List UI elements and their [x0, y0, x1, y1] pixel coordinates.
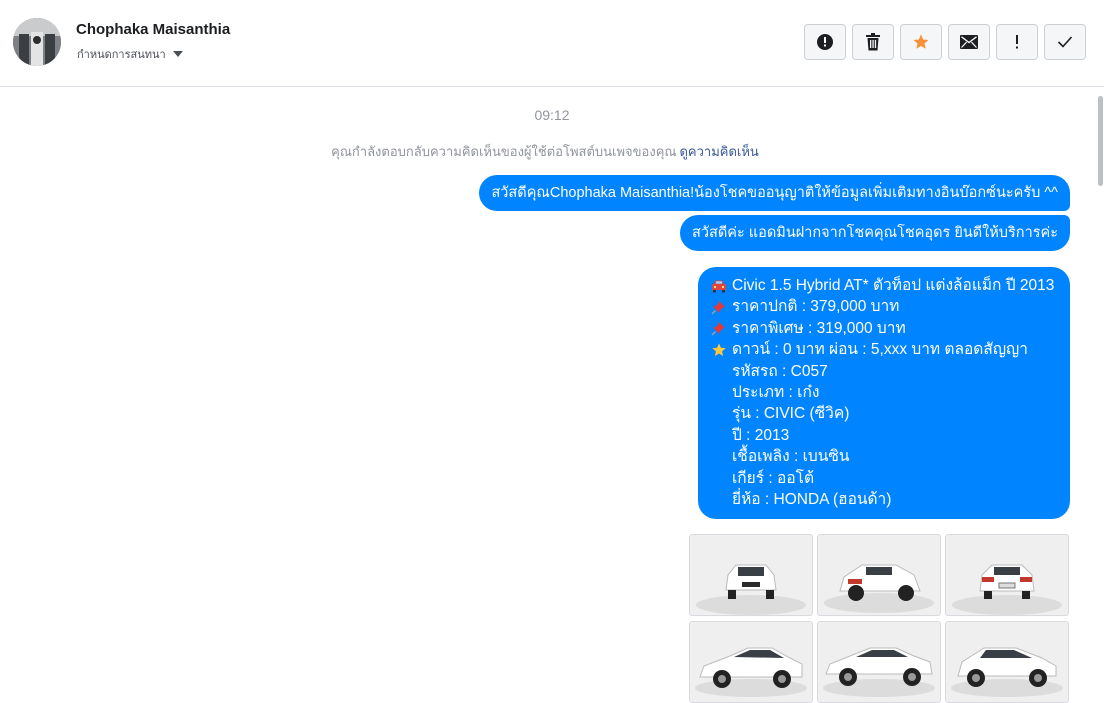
car-photo-front[interactable] [689, 534, 813, 616]
car-photo-front-right[interactable] [945, 621, 1069, 703]
car-photo-side-left[interactable] [689, 621, 813, 703]
delete-button[interactable] [852, 24, 894, 60]
car-fuel: เชื้อเพลิง : เบนซิน [732, 448, 850, 466]
message-bubble[interactable]: สวัสดีคุณChophaka Maisanthia!น้องโชคขออน… [479, 175, 1070, 211]
assign-label: กำหนดการสนทนา [77, 49, 166, 61]
car-model: รุ่น : CIVIC (ซีวิค) [732, 405, 850, 423]
down-payment-line: ดาวน์ : 0 บาท ผ่อน : 5,xxx บาท ตลอดสัญญา [710, 339, 1058, 360]
follow-up-button[interactable] [996, 24, 1038, 60]
exclamation-icon [1016, 35, 1018, 49]
pushpin-icon [710, 300, 727, 315]
envelope-icon [960, 35, 978, 49]
special-price: ราคาพิเศษ : 319,000 บาท [732, 319, 906, 337]
pushpin-icon [710, 321, 727, 336]
car-code: รหัสรถ : C057 [732, 362, 828, 380]
mark-spam-button[interactable] [804, 24, 846, 60]
special-price-line: ราคาพิเศษ : 319,000 บาท [710, 318, 1058, 339]
caret-down-icon [172, 51, 183, 57]
view-comment-link[interactable]: ดูความคิดเห็น [679, 144, 758, 159]
car-photo-rear[interactable] [945, 534, 1069, 616]
contact-name[interactable]: Chophaka Maisanthia [76, 21, 230, 38]
car-type: ประเภท : เก๋ง [732, 384, 820, 402]
alert-circle-icon [817, 34, 833, 50]
message-timestamp: 09:12 [534, 107, 570, 123]
spec-line: รหัสรถ : C057 [710, 361, 1058, 382]
spec-line: ยี่ห้อ : HONDA (ฮอนด้า) [710, 489, 1058, 510]
mark-unread-button[interactable] [948, 24, 990, 60]
normal-price-line: ราคาปกติ : 379,000 บาท [710, 296, 1058, 317]
conversation-header: Chophaka Maisanthia กำหนดการสนทนา [0, 0, 1104, 87]
star-icon [913, 34, 929, 49]
header-actions [804, 24, 1092, 60]
car-title: Civic 1.5 Hybrid AT* ตัวท็อป แต่งล้อแม็ก… [732, 277, 1055, 294]
check-icon [1057, 36, 1073, 48]
trash-icon [866, 33, 880, 51]
spec-line: ปี : 2013 [710, 425, 1058, 446]
car-details-message[interactable]: Civic 1.5 Hybrid AT* ตัวท็อป แต่งล้อแม็ก… [698, 267, 1070, 519]
car-photo-grid [689, 534, 1071, 703]
mark-done-button[interactable] [1044, 24, 1086, 60]
contact-avatar[interactable] [13, 18, 61, 66]
spec-line: รุ่น : CIVIC (ซีวิค) [710, 403, 1058, 424]
car-icon [710, 279, 727, 293]
conversation-scrollbar[interactable] [1098, 96, 1103, 186]
message-bubble[interactable]: สวัสดีค่ะ แอดมินฝากจากโชคคุณโชคอุดร ยินด… [680, 215, 1070, 251]
spec-line: เชื้อเพลิง : เบนซิน [710, 446, 1058, 467]
comment-reply-notice: คุณกำลังตอบกลับความคิดเห็นของผู้ใช้ต่อโพ… [0, 141, 1090, 162]
car-brand: ยี่ห้อ : HONDA (ฮอนด้า) [732, 491, 892, 509]
star-button[interactable] [900, 24, 942, 60]
star-emoji-icon [710, 342, 727, 358]
spec-line: เกียร์ : ออโต้ [710, 468, 1058, 489]
assign-conversation-dropdown[interactable]: กำหนดการสนทนา [77, 45, 183, 63]
conversation-thread: 09:12 คุณกำลังตอบกลับความคิดเห็นของผู้ใช… [0, 88, 1104, 703]
car-photo-rear-left[interactable] [817, 534, 941, 616]
notice-text: คุณกำลังตอบกลับความคิดเห็นของผู้ใช้ต่อโพ… [331, 144, 677, 159]
spec-line: ประเภท : เก๋ง [710, 382, 1058, 403]
car-title-line: Civic 1.5 Hybrid AT* ตัวท็อป แต่งล้อแม็ก… [710, 275, 1058, 296]
car-gear: เกียร์ : ออโต้ [732, 469, 815, 487]
normal-price: ราคาปกติ : 379,000 บาท [732, 298, 900, 316]
down-payment: ดาวน์ : 0 บาท ผ่อน : 5,xxx บาท ตลอดสัญญา [732, 341, 1028, 359]
car-year: ปี : 2013 [732, 426, 790, 444]
car-photo-side[interactable] [817, 621, 941, 703]
